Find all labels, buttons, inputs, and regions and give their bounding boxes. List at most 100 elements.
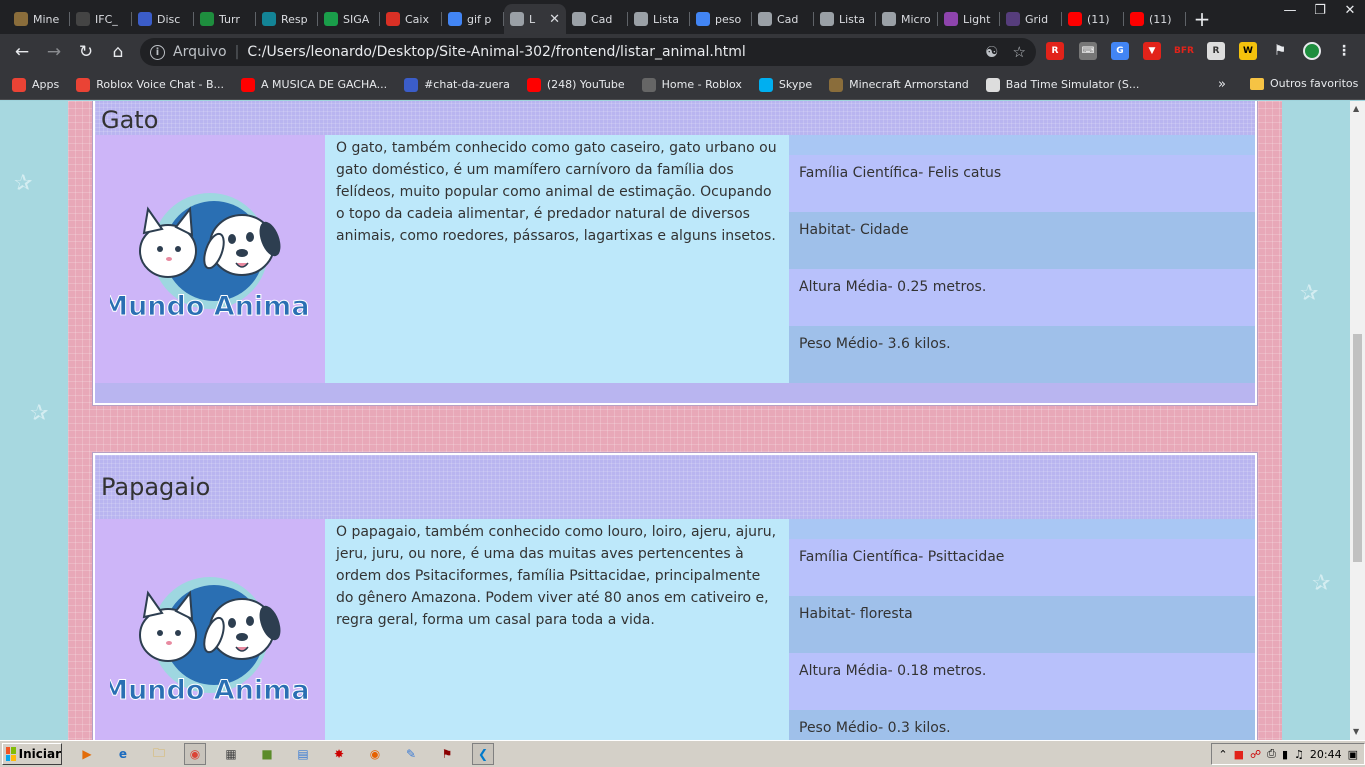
paint-icon[interactable]: ✎ [400, 743, 422, 765]
bird-pattern-icon: ✰ [1300, 281, 1319, 306]
fact-row: Peso Médio- 3.6 kilos. [789, 326, 1255, 383]
bird-pattern-icon: ✰ [30, 401, 49, 426]
browser-tab[interactable]: Lista [814, 4, 876, 34]
printer-tray-icon[interactable]: ⎙ [1267, 747, 1276, 761]
extensions-puzzle-icon[interactable]: ⚑ [1271, 42, 1289, 60]
back-button[interactable]: ← [6, 36, 38, 68]
bfr-extension-icon[interactable]: BFR [1174, 42, 1194, 60]
app-icon[interactable]: ✸ [328, 743, 350, 765]
calculator-icon[interactable]: ▦ [220, 743, 242, 765]
forward-button[interactable]: → [38, 36, 70, 68]
clock[interactable]: 20:44 [1310, 748, 1342, 761]
bookmark-label: Minecraft Armorstand [849, 78, 969, 91]
internet-explorer-icon[interactable]: e [112, 743, 134, 765]
keyboard-extension-icon[interactable]: ⌨ [1079, 42, 1097, 60]
browser-tab[interactable]: Light [938, 4, 1000, 34]
w-extension-icon[interactable]: W [1239, 42, 1257, 60]
restore-button[interactable]: ❐ [1305, 0, 1335, 20]
browser-tab[interactable]: Grid [1000, 4, 1062, 34]
security-tray-icon[interactable]: ☍ [1250, 748, 1261, 761]
translate-icon[interactable]: ☯ [985, 43, 998, 61]
browser-tab[interactable]: peso [690, 4, 752, 34]
logo-text: Mundo Animal [110, 675, 310, 706]
home-button[interactable]: ⌂ [102, 36, 134, 68]
logo-cell: Mundo Animal [95, 135, 325, 383]
browser-tab[interactable]: (11) [1062, 4, 1124, 34]
menu-kebab-icon[interactable]: ⋮ [1335, 42, 1353, 60]
browser-tab[interactable]: Turr [194, 4, 256, 34]
info-icon[interactable]: i [150, 44, 165, 60]
file-explorer-icon[interactable]: 🗀 [148, 743, 170, 765]
reload-button[interactable]: ↻ [70, 36, 102, 68]
bookmark-item[interactable]: (248) YouTube [526, 77, 625, 92]
media-player-icon[interactable]: ▶ [76, 743, 98, 765]
profile-avatar[interactable] [1303, 42, 1321, 60]
notepad-icon[interactable]: ▤ [292, 743, 314, 765]
close-window-button[interactable]: ✕ [1335, 0, 1365, 20]
game-icon[interactable]: ⚑ [436, 743, 458, 765]
tab-title: IFC_ [95, 12, 118, 26]
bookmark-item[interactable]: Home - Roblox [641, 77, 742, 92]
animal-description: O gato, também conhecido como gato casei… [325, 135, 789, 383]
browser-tab[interactable]: SIGA [318, 4, 380, 34]
firefox-icon[interactable]: ◉ [364, 743, 386, 765]
minecraft-icon [14, 12, 28, 26]
scroll-up-arrow-icon[interactable]: ▲ [1353, 104, 1359, 113]
browser-tab[interactable]: IFC_ [70, 4, 132, 34]
globe-icon [634, 12, 648, 26]
browser-tab[interactable]: Caix [380, 4, 442, 34]
browser-tab[interactable]: Cad [752, 4, 814, 34]
browser-tab[interactable]: (11) [1124, 4, 1186, 34]
browser-tab[interactable]: Resp [256, 4, 318, 34]
google-translate-extension-icon[interactable]: G [1111, 42, 1129, 60]
action-center-icon[interactable]: ▣ [1348, 748, 1358, 761]
new-tab-button[interactable]: + [1186, 4, 1218, 34]
bookmark-item[interactable]: A MUSICA DE GACHA... [241, 77, 387, 92]
page-scrollbar[interactable]: ▲ ▼ [1350, 101, 1365, 740]
roblox-extension-icon[interactable]: R [1046, 42, 1064, 60]
bookmark-label: Home - Roblox [661, 78, 742, 91]
bookmark-item[interactable]: Skype [758, 77, 812, 92]
vscode-icon[interactable]: ❮ [472, 743, 494, 765]
6k-icon [138, 12, 152, 26]
network-signal-icon[interactable]: ▮ [1282, 748, 1288, 761]
address-bar[interactable]: i Arquivo | C:/Users/leonardo/Desktop/Si… [140, 38, 1036, 66]
classroom-icon [200, 12, 214, 26]
close-tab-icon[interactable]: ✕ [549, 12, 560, 27]
bookmark-star-icon[interactable]: ☆ [1013, 43, 1026, 61]
scroll-down-arrow-icon[interactable]: ▼ [1353, 727, 1359, 736]
animal-card: Gato Mundo Animal O gato, também conhecido… [92, 101, 1258, 406]
roblox-tray-icon[interactable]: ■ [1234, 748, 1244, 761]
bookmark-label: #chat-da-zuera [424, 78, 510, 91]
animal-list-container: Gato Mundo Animal O gato, também conhecido… [68, 101, 1282, 740]
bookmark-item[interactable]: Apps [12, 77, 59, 92]
browser-tab[interactable]: Disc [132, 4, 194, 34]
system-tray: ⌃ ■ ☍ ⎙ ▮ ♫ 20:44 ▣ [1211, 743, 1365, 765]
browser-tab[interactable]: Lista [628, 4, 690, 34]
scrollbar-thumb[interactable] [1353, 334, 1362, 562]
roblox-plus-extension-icon[interactable]: R [1207, 42, 1225, 60]
other-bookmarks[interactable]: Outros favoritos [1250, 77, 1358, 90]
bookmark-item[interactable]: Bad Time Simulator (S... [985, 77, 1139, 92]
bookmarks-overflow-icon[interactable]: » [1218, 77, 1226, 92]
browser-tab[interactable]: Cad [566, 4, 628, 34]
chrome-icon [76, 77, 91, 92]
bookmark-item[interactable]: Roblox Voice Chat - B... [76, 77, 224, 92]
browser-tab[interactable]: Micro [876, 4, 938, 34]
tab-active[interactable]: L ✕ [504, 4, 566, 34]
chrome-icon[interactable]: ◉ [184, 743, 206, 765]
bookmark-item[interactable]: #chat-da-zuera [404, 77, 510, 92]
browser-tab[interactable]: gif p [442, 4, 504, 34]
shield-extension-icon[interactable]: ▼ [1143, 42, 1161, 60]
browser-tab[interactable]: Mine [8, 4, 70, 34]
start-button[interactable]: Iniciar [2, 743, 62, 765]
minimize-button[interactable]: — [1275, 0, 1305, 20]
fact-row: Habitat- Cidade [789, 212, 1255, 269]
animal-card: Papagaio Mundo Animal O papagaio, também c… [92, 452, 1258, 740]
volume-icon[interactable]: ♫ [1294, 748, 1304, 761]
bookmark-item[interactable]: Minecraft Armorstand [829, 77, 969, 92]
window-controls: — ❐ ✕ [1275, 0, 1365, 20]
youtube-icon [1130, 12, 1144, 26]
tray-expand-icon[interactable]: ⌃ [1218, 748, 1227, 761]
minecraft-icon[interactable]: ■ [256, 743, 278, 765]
